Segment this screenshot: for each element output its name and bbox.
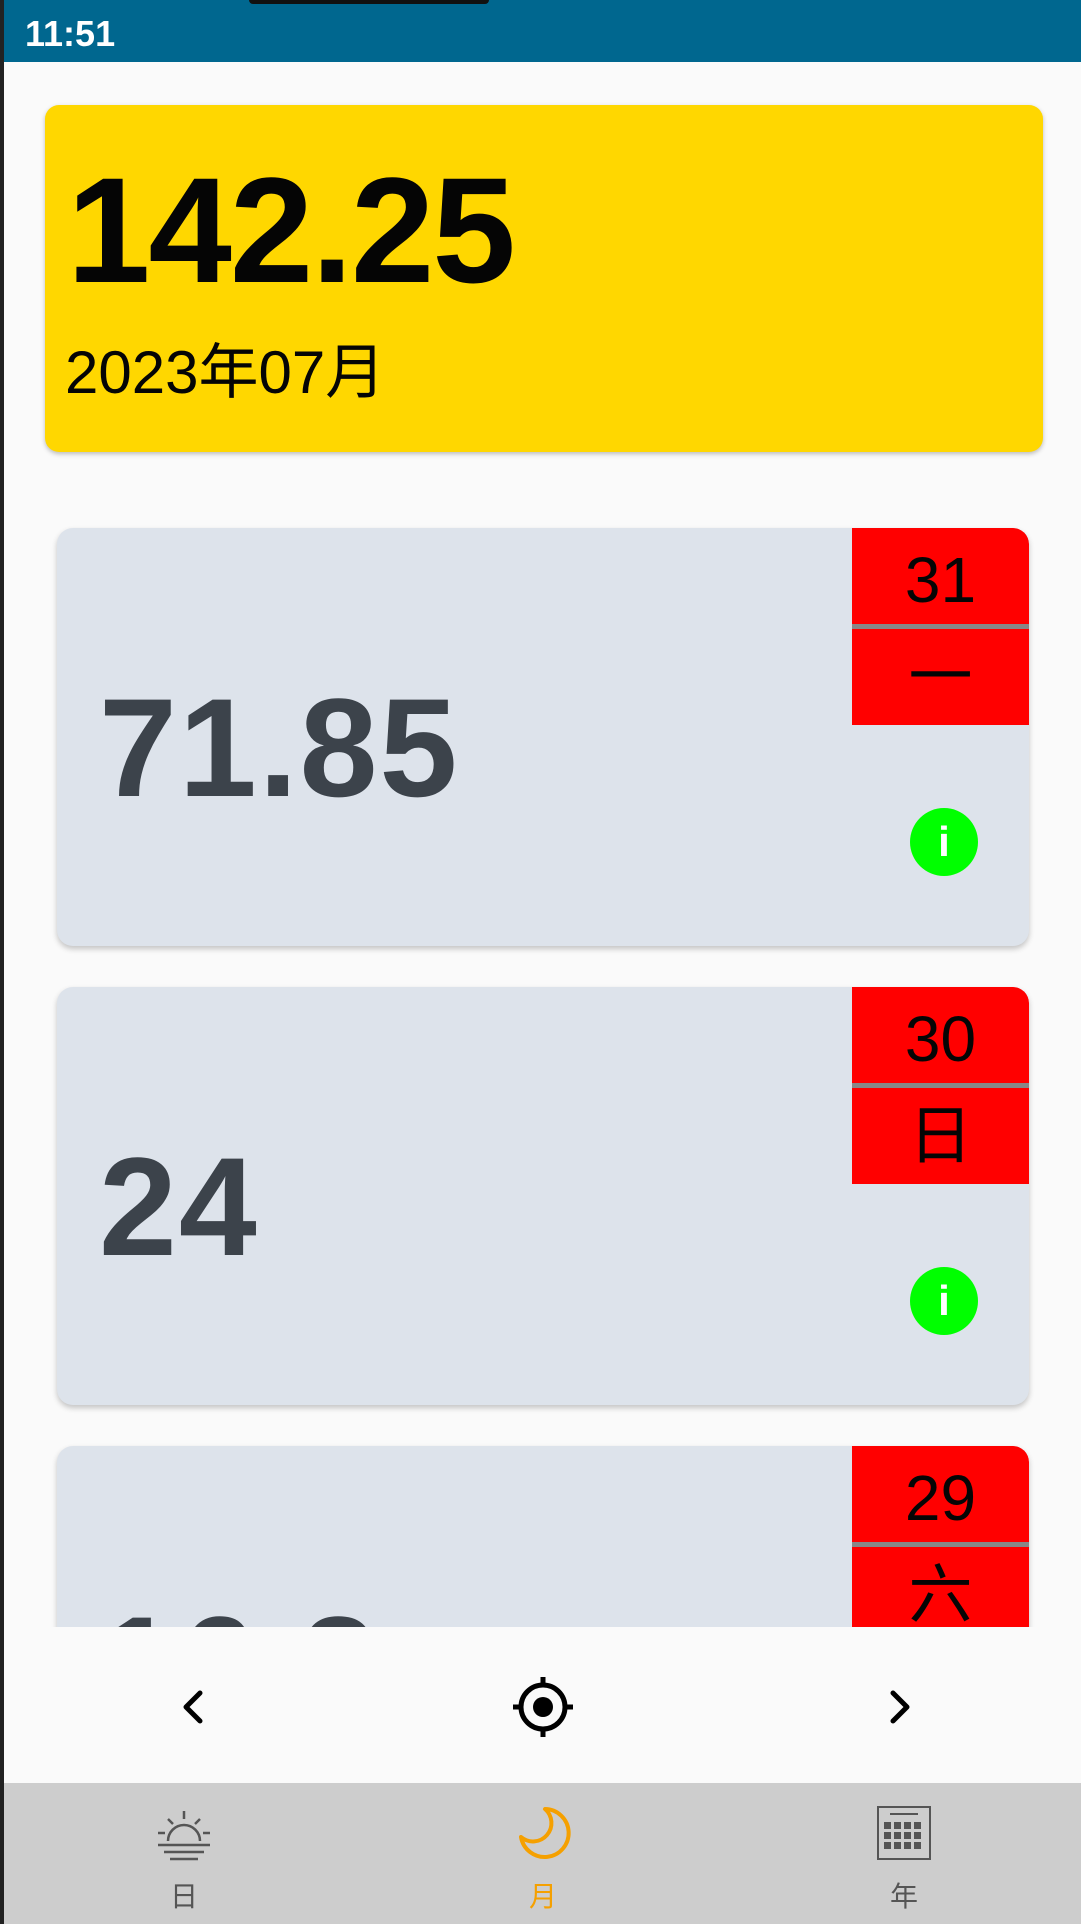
badge-weekday: 六 bbox=[908, 1559, 973, 1627]
badge-day: 29 bbox=[904, 1462, 977, 1534]
badge-day: 31 bbox=[904, 544, 977, 616]
tab-month-label: 月 bbox=[528, 1881, 557, 1912]
tab-day[interactable]: 日 bbox=[84, 1783, 284, 1924]
status-bar: 11:51 bbox=[4, 0, 1081, 62]
chevron-left-icon bbox=[183, 1690, 203, 1724]
date-badge: 31 一 bbox=[852, 528, 1029, 725]
current-month-button[interactable] bbox=[503, 1667, 583, 1747]
info-icon[interactable]: i bbox=[910, 808, 978, 876]
day-card[interactable]: 16.2 29 六 i bbox=[57, 1446, 1029, 1627]
badge-weekday: 一 bbox=[908, 641, 973, 713]
tab-month[interactable]: 月 bbox=[443, 1783, 643, 1924]
camera-notch bbox=[249, 0, 489, 4]
tab-day-label: 日 bbox=[169, 1881, 198, 1912]
day-amount: 16.2 bbox=[99, 1596, 379, 1628]
date-badge: 30 日 bbox=[852, 987, 1029, 1184]
info-icon[interactable]: i bbox=[910, 1267, 978, 1335]
locate-icon bbox=[513, 1677, 573, 1737]
day-card[interactable]: 71.85 31 一 i bbox=[57, 528, 1029, 946]
month-summary-card[interactable]: 142.25 2023年07月 bbox=[45, 105, 1043, 452]
day-amount: 24 bbox=[99, 1128, 259, 1285]
day-list[interactable]: 71.85 31 一 i 24 30 日 i 16.2 29 六 i bbox=[4, 480, 1081, 1627]
calendar-grid-icon bbox=[877, 1806, 931, 1860]
month-label: 2023年07月 bbox=[65, 339, 386, 406]
next-month-button[interactable] bbox=[859, 1667, 939, 1747]
bottom-tab-bar: 日 月 年 bbox=[4, 1783, 1081, 1924]
status-time: 11:51 bbox=[25, 13, 116, 54]
badge-weekday: 日 bbox=[908, 1100, 973, 1172]
month-total: 142.25 bbox=[67, 146, 516, 314]
sunrise-icon bbox=[158, 1811, 210, 1861]
tab-year[interactable]: 年 bbox=[804, 1783, 1004, 1924]
day-amount: 71.85 bbox=[99, 669, 460, 826]
month-navigation bbox=[4, 1627, 1081, 1782]
previous-month-button[interactable] bbox=[154, 1667, 234, 1747]
day-card[interactable]: 24 30 日 i bbox=[57, 987, 1029, 1405]
moon-icon bbox=[519, 1807, 571, 1859]
date-badge: 29 六 bbox=[852, 1446, 1029, 1627]
chevron-right-icon bbox=[890, 1690, 910, 1724]
tab-year-label: 年 bbox=[889, 1881, 918, 1912]
badge-day: 30 bbox=[904, 1003, 977, 1075]
